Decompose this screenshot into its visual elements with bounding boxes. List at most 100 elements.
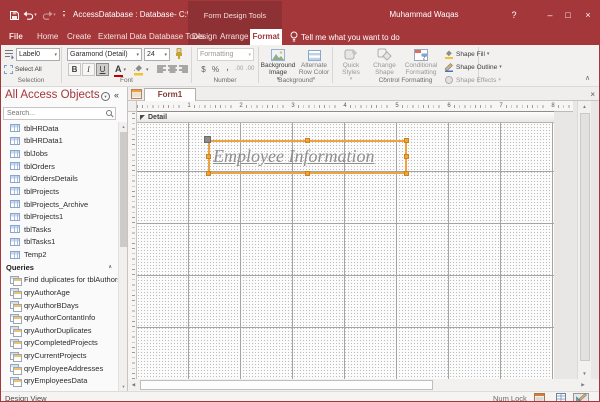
nav-item-query[interactable]: qryCurrentProjects: [1, 349, 118, 362]
detail-section-bar[interactable]: Detail: [137, 111, 554, 123]
nav-item-table[interactable]: tblOrdersDetails: [1, 173, 118, 186]
tab-home[interactable]: Home: [37, 29, 58, 45]
nav-item-table[interactable]: tblHRData1: [1, 135, 118, 148]
resize-handle[interactable]: [404, 171, 409, 176]
align-left-button[interactable]: [157, 65, 166, 76]
tab-external-data[interactable]: External Data: [98, 29, 146, 45]
font-size-combo[interactable]: 24 ▾: [144, 48, 170, 61]
tab-format[interactable]: Format: [250, 29, 282, 45]
nav-item-query[interactable]: qryCompletedProjects: [1, 337, 118, 350]
undo-caret-icon[interactable]: ▾: [34, 12, 37, 18]
document-tab-form1[interactable]: Form1: [144, 88, 196, 102]
resize-handle[interactable]: [305, 138, 310, 143]
scrollbar-thumb[interactable]: [140, 380, 433, 390]
object-selector-combo[interactable]: Label0 ▾: [16, 48, 60, 61]
select-all-button[interactable]: Select All: [4, 65, 42, 74]
number-format-combo[interactable]: Formatting ▾: [197, 48, 254, 61]
tab-file[interactable]: File: [9, 29, 23, 45]
scroll-down-icon[interactable]: ▼: [578, 368, 591, 379]
shape-outline-button[interactable]: Shape Outline ▾: [444, 62, 502, 72]
shape-fill-button[interactable]: Shape Fill ▾: [444, 49, 489, 59]
background-color-button[interactable]: ▾: [133, 63, 149, 76]
design-view-button[interactable]: [573, 393, 589, 402]
nav-item-table[interactable]: tblProjects1: [1, 210, 118, 223]
redo-button[interactable]: ▾: [42, 1, 56, 29]
nav-item-table[interactable]: tblTasks: [1, 223, 118, 236]
nav-item-query[interactable]: qryAuthorAge: [1, 286, 118, 299]
nav-pane-menu-button[interactable]: ▾: [101, 92, 110, 101]
italic-button[interactable]: I: [82, 63, 95, 76]
close-document-icon[interactable]: ×: [590, 87, 595, 101]
tab-arrange[interactable]: Arrange: [220, 29, 248, 45]
lightbulb-icon: [290, 31, 298, 43]
save-button[interactable]: [7, 1, 21, 29]
shutter-bar-close-button[interactable]: «: [114, 90, 119, 100]
account-name[interactable]: Muhammad Waqas: [354, 1, 494, 29]
table-icon: [10, 200, 20, 208]
collapse-group-icon[interactable]: ∧: [108, 264, 112, 270]
resize-handle[interactable]: [404, 154, 409, 159]
nav-item-query[interactable]: Find duplicates for tblAuthors: [1, 274, 118, 287]
nav-item-table[interactable]: tblTasks1: [1, 236, 118, 249]
maximize-button[interactable]: □: [559, 1, 577, 29]
selected-form-label[interactable]: Employee Information: [208, 140, 407, 174]
search-input[interactable]: [3, 107, 116, 120]
undo-button[interactable]: ▾: [23, 1, 37, 29]
scroll-up-icon[interactable]: ▲: [578, 101, 591, 112]
comma-format-button[interactable]: ,: [222, 61, 233, 74]
minimize-button[interactable]: –: [541, 1, 559, 29]
underline-button[interactable]: U: [96, 63, 109, 76]
nav-item-table[interactable]: tblProjects: [1, 185, 118, 198]
resize-handle[interactable]: [206, 154, 211, 159]
nav-item-table[interactable]: tblOrders: [1, 160, 118, 173]
redo-caret-icon[interactable]: ▾: [53, 12, 56, 18]
tab-create[interactable]: Create: [67, 29, 91, 45]
horizontal-scrollbar[interactable]: ◀ ▶: [128, 379, 589, 391]
increase-decimals-button[interactable]: .00: [235, 66, 243, 72]
align-right-button[interactable]: [179, 65, 188, 76]
currency-format-button[interactable]: $: [198, 63, 209, 76]
nav-pane-title[interactable]: All Access Objects: [5, 89, 100, 101]
section-selector-icon[interactable]: [140, 115, 145, 120]
scroll-left-icon[interactable]: ◀: [128, 379, 139, 391]
customize-qat-button[interactable]: ▾: [59, 1, 69, 29]
resize-handle[interactable]: [206, 171, 211, 176]
bold-button[interactable]: B: [68, 63, 81, 76]
nav-item-table[interactable]: Temp2: [1, 248, 118, 261]
resize-handle[interactable]: [305, 171, 310, 176]
percent-format-button[interactable]: %: [210, 63, 221, 76]
nav-item-table[interactable]: tblHRData: [1, 122, 118, 135]
nav-item-query[interactable]: qryEmployeesData: [1, 375, 118, 388]
ruler-corner-box[interactable]: [128, 101, 137, 112]
font-color-button[interactable]: A ▾: [115, 65, 126, 74]
search-icon[interactable]: [106, 110, 112, 116]
format-painter-button[interactable]: [174, 48, 184, 62]
form-label-text[interactable]: Employee Information: [210, 142, 405, 171]
nav-item-table[interactable]: tblProjects_Archive: [1, 198, 118, 211]
help-button[interactable]: ?: [505, 1, 523, 29]
scrollbar-thumb[interactable]: [120, 132, 127, 247]
close-button[interactable]: ×: [579, 1, 597, 29]
form-view-button[interactable]: [531, 393, 547, 402]
align-center-button[interactable]: [168, 65, 177, 76]
decrease-decimals-button[interactable]: .00: [246, 66, 254, 72]
nav-item-query[interactable]: qryAuthorContantInfo: [1, 311, 118, 324]
quick-styles-icon: [344, 46, 358, 61]
datasheet-view-button[interactable]: [553, 393, 569, 402]
nav-group-queries[interactable]: Queries∧: [1, 261, 118, 274]
tell-me-box[interactable]: Tell me what you want to do: [290, 29, 400, 45]
group-label-number: Number: [192, 77, 258, 84]
vertical-scrollbar[interactable]: ▲ ▼: [577, 101, 591, 379]
collapse-ribbon-button[interactable]: ∧: [585, 74, 590, 82]
nav-item-table[interactable]: tblJobs: [1, 147, 118, 160]
scroll-right-icon[interactable]: ▶: [577, 379, 589, 391]
vertical-ruler[interactable]: [128, 112, 137, 379]
tab-design[interactable]: Design: [192, 29, 217, 45]
resize-handle[interactable]: [404, 138, 409, 143]
move-handle[interactable]: [204, 136, 211, 143]
scrollbar-thumb[interactable]: [580, 113, 590, 361]
font-name-combo[interactable]: Garamond (Detail) ▾: [67, 48, 142, 61]
nav-item-query[interactable]: qryAuthorDuplicates: [1, 324, 118, 337]
nav-item-query[interactable]: qryAuthorBDays: [1, 299, 118, 312]
nav-item-query[interactable]: qryEmployeeAddresses: [1, 362, 118, 375]
